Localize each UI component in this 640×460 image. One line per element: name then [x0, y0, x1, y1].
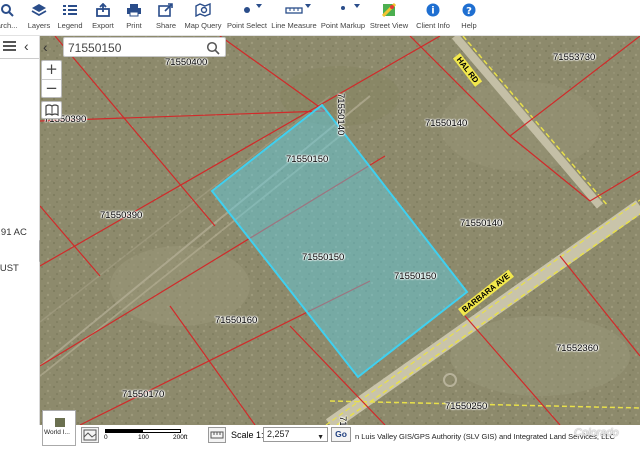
search-input[interactable]: [68, 40, 203, 55]
line-measure-tool-label: Line Measure: [271, 21, 317, 30]
legend-tool-label: Legend: [57, 21, 83, 30]
collapse-panel-icon[interactable]: ‹: [24, 38, 29, 54]
share-tool-label: Share: [155, 21, 176, 30]
print-tool-label: Print: [126, 21, 142, 30]
parcel-owner: RUST: [0, 263, 19, 274]
scale-bar: 0 100 200ft: [101, 426, 201, 443]
parcel-label: 71553730: [553, 52, 596, 63]
zoom-control: + −: [41, 60, 62, 98]
panel-divider: [0, 58, 39, 59]
line-measure-dropdown-icon[interactable]: [305, 4, 311, 8]
search-icon: [0, 2, 16, 18]
scale-tick: 0: [104, 434, 108, 441]
share-tool[interactable]: Share: [155, 2, 177, 34]
parcel-label: 71550170: [122, 389, 165, 400]
street-view-icon: [380, 2, 398, 18]
export-tool[interactable]: Export: [91, 2, 115, 34]
scale-label: Scale 1:: [231, 430, 264, 440]
street-view-tool-label: Street View: [369, 21, 409, 30]
watermark-text: Colorado: [574, 427, 619, 439]
basemap-label: World I...: [44, 429, 70, 436]
map-view[interactable]: HAL RD BARBARA AVE 71550400 71550390 715…: [40, 36, 640, 425]
search-tool-label: arch...: [0, 21, 18, 30]
client-info-icon: i: [424, 2, 442, 18]
help-tool[interactable]: ? Help: [458, 2, 480, 34]
point-select-tool-label: Point Select: [226, 21, 268, 30]
toolbar: arch... Layers Legend Export Print Share…: [0, 0, 640, 36]
parcel-label: 71550160: [215, 315, 258, 326]
point-markup-tool-label: Point Markup: [320, 21, 366, 30]
back-icon[interactable]: ‹: [43, 39, 48, 55]
book-icon: [44, 104, 59, 116]
search-box: [63, 37, 226, 57]
search-icon[interactable]: [206, 41, 220, 58]
layers-tool[interactable]: Layers: [28, 2, 50, 34]
parcel-label: 71550390: [100, 210, 143, 221]
parcel-acreage: 5.91 AC: [0, 227, 27, 238]
scale-value: 2,257: [267, 429, 290, 439]
parcel-label: 71550140: [425, 118, 468, 129]
parcel-label: 71550400: [165, 57, 208, 68]
export-icon: [94, 2, 112, 18]
chevron-down-icon: ▼: [317, 434, 324, 441]
footer-strip: [0, 448, 640, 460]
print-icon: [125, 2, 143, 18]
scale-settings-button[interactable]: [208, 427, 226, 443]
client-info-tool[interactable]: i Client Info: [416, 2, 450, 34]
ruler-icon: [210, 431, 224, 439]
zoom-in-button[interactable]: +: [42, 61, 61, 79]
zoom-out-button[interactable]: −: [42, 80, 61, 98]
legend-icon: [61, 2, 79, 18]
svg-text:?: ?: [466, 6, 472, 17]
map-query-tool-label: Map Query: [184, 21, 222, 30]
export-tool-label: Export: [92, 21, 114, 30]
parcel-label: 71550250: [445, 401, 488, 412]
map-icon: [83, 429, 97, 441]
help-icon: ?: [460, 2, 478, 18]
point-markup-icon: [334, 2, 352, 18]
layers-tool-label: Layers: [27, 21, 51, 30]
print-tool[interactable]: Print: [124, 2, 144, 34]
scale-toggle-button[interactable]: [81, 427, 99, 443]
go-button[interactable]: Go: [331, 427, 351, 442]
svg-text:i: i: [431, 6, 434, 17]
layers-icon: [30, 2, 48, 18]
basemap-toggle[interactable]: World I...: [42, 410, 76, 446]
scale-select[interactable]: 2,257 ▼: [263, 427, 328, 442]
parcel-label: 7155: [337, 416, 348, 425]
parcel-label: 71550140: [460, 218, 503, 229]
legend-tool[interactable]: Legend: [57, 2, 83, 34]
point-markup-dropdown-icon[interactable]: [354, 4, 360, 8]
point-select-dropdown-icon[interactable]: [256, 4, 262, 8]
client-info-tool-label: Client Info: [416, 21, 450, 30]
map-query-tool[interactable]: Map Query: [184, 2, 222, 34]
scale-tick: 200ft: [173, 434, 188, 441]
left-panel: ‹ 5.91 AC RUST: [0, 36, 40, 425]
basemap-thumbnail: [55, 418, 65, 427]
scale-tick: 100: [138, 434, 149, 441]
parcel-label-selected: 71550150: [286, 154, 329, 165]
search-tool[interactable]: arch...: [0, 2, 20, 34]
bookmarks-button[interactable]: [41, 101, 62, 119]
parcel-label-selected: 71550150: [302, 252, 345, 263]
point-select-icon: [238, 2, 256, 18]
parcel-label-selected: 71550150: [394, 271, 437, 282]
line-measure-icon: [285, 2, 303, 18]
parcel-label: 71550140: [335, 93, 346, 136]
share-icon: [157, 2, 175, 18]
hamburger-menu-icon[interactable]: [3, 41, 16, 51]
map-query-icon: [194, 2, 212, 18]
street-view-tool[interactable]: Street View: [369, 2, 409, 34]
parcel-label: 71552360: [556, 343, 599, 354]
help-tool-label: Help: [461, 21, 477, 30]
